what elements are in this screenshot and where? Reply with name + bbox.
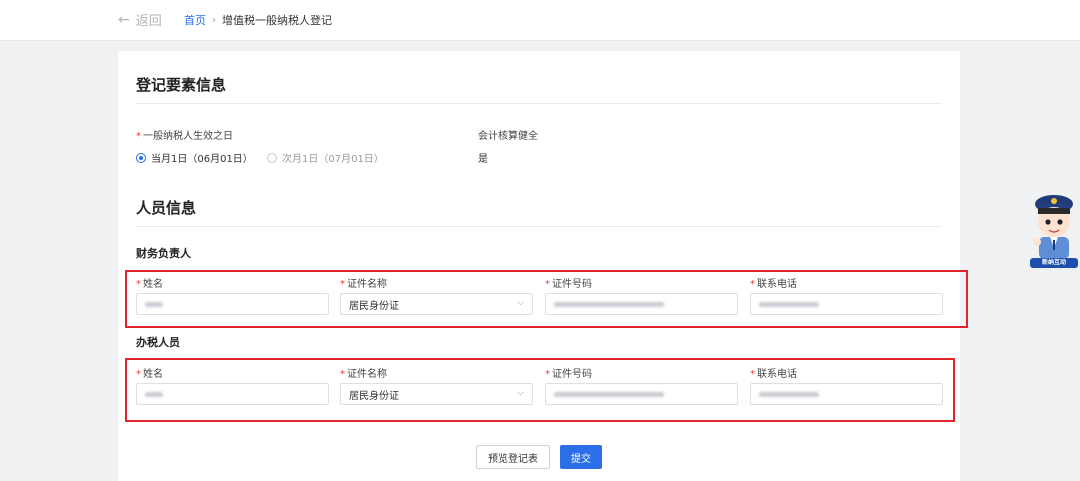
- section-divider: [136, 226, 942, 227]
- finance-subtitle: 财务负责人: [136, 247, 191, 260]
- registration-section-title: 登记要素信息: [136, 76, 227, 94]
- back-button[interactable]: ← 返回: [118, 10, 162, 30]
- chevron-right-icon: ›: [212, 14, 216, 26]
- effective-date-option-next-month[interactable]: 次月1日（07月01日）: [267, 150, 384, 165]
- radio-unselected-icon: [267, 152, 277, 163]
- personnel-section-title: 人员信息: [136, 199, 197, 217]
- mascot-badge-text: 新纳互动: [1041, 259, 1066, 266]
- finance-highlight-box: [125, 270, 968, 328]
- tax-officer-subtitle: 办税人员: [136, 336, 180, 349]
- accounting-value: 是: [478, 154, 488, 165]
- breadcrumb-home-link[interactable]: 首页: [184, 12, 206, 28]
- top-bar: ← 返回 首页 › 增值税一般纳税人登记: [0, 0, 1080, 41]
- effective-date-option-current-month[interactable]: 当月1日（06月01日）: [136, 150, 253, 165]
- section-divider: [136, 103, 942, 104]
- tax-officer-highlight-box: [125, 358, 955, 422]
- radio-selected-icon: [136, 152, 146, 163]
- breadcrumb-current: 增值税一般纳税人登记: [222, 14, 332, 27]
- breadcrumb: 首页 › 增值税一般纳税人登记: [184, 12, 332, 28]
- preview-registration-button[interactable]: 预览登记表: [476, 445, 550, 469]
- arrow-left-icon: ←: [118, 11, 130, 28]
- back-label: 返回: [135, 14, 162, 29]
- assistant-mascot[interactable]: 新纳互动: [1028, 190, 1080, 270]
- effective-date-label: * 一般纳税人生效之日: [136, 131, 233, 142]
- submit-button[interactable]: 提交: [560, 445, 602, 469]
- accounting-label: 会计核算健全: [478, 131, 538, 142]
